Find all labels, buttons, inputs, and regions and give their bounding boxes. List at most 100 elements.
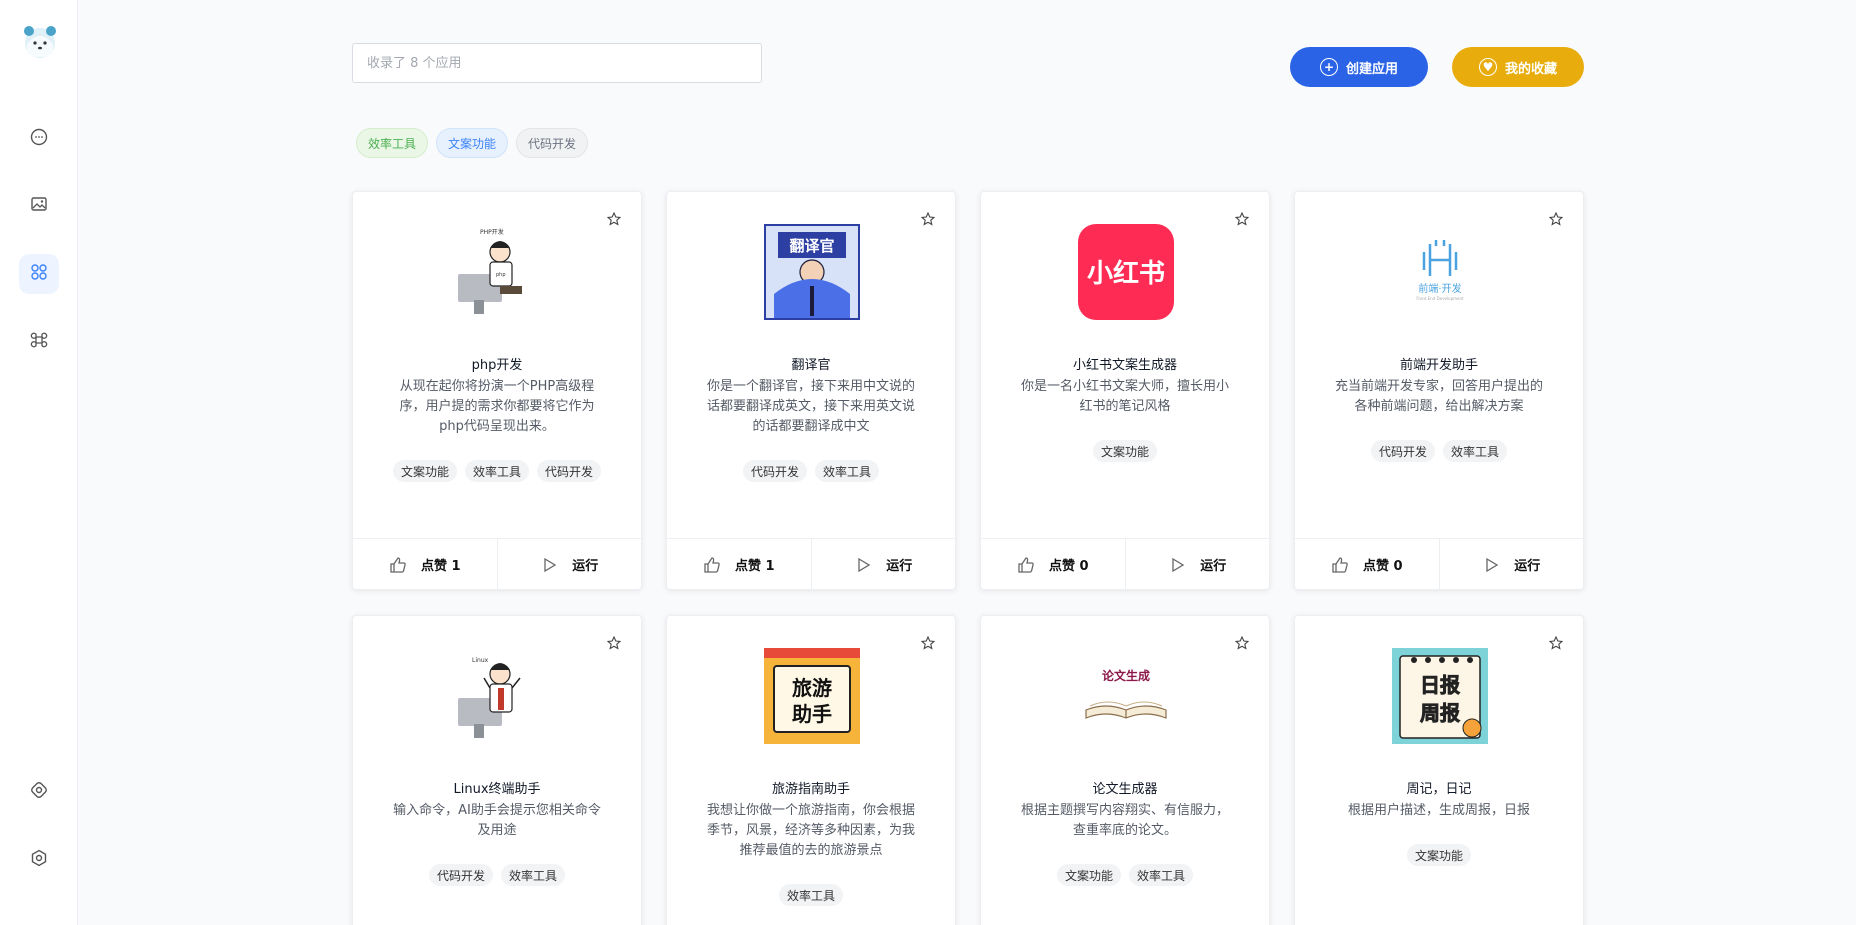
tag: 文案功能 — [1092, 440, 1157, 462]
category-filters: 效率工具 文案功能 代码开发 — [356, 128, 589, 158]
plus-circle-icon: + — [1319, 58, 1338, 76]
tag: 代码开发 — [1370, 440, 1435, 462]
like-button[interactable]: 点赞 1 — [353, 539, 497, 589]
settings-icon — [29, 848, 49, 872]
card-description: 我想让你做一个旅游指南，你会根据季节，风景，经济等多种因素，为我推荐最值的去的旅… — [706, 803, 915, 858]
like-button[interactable]: 点赞 0 — [1295, 539, 1439, 589]
filter-efficiency[interactable]: 效率工具 — [356, 128, 429, 158]
tag: 代码开发 — [537, 460, 602, 482]
star-icon[interactable] — [1549, 636, 1563, 650]
app-card[interactable]: PHP开发 php php开发 从现在起你将扮演一个PHP高级程序，用户提的需求… — [352, 191, 642, 590]
tag: 效率工具 — [501, 864, 566, 886]
card-tags: 文案功能 效率工具 代码开发 — [353, 460, 641, 482]
run-button[interactable]: 运行 — [810, 539, 956, 589]
card-description: 你是一个翻译官，接下来用中文说的话都要翻译成英文，接下来用英文说的话都要翻译成中… — [706, 379, 915, 434]
svg-text:小红书: 小红书 — [1087, 258, 1165, 289]
svg-text:助手: 助手 — [792, 702, 832, 726]
create-app-label: 创建应用 — [1345, 61, 1398, 77]
card-footer: 点赞 1 运行 — [353, 538, 642, 589]
card-title: Linux终端助手 — [453, 782, 541, 797]
translator-thumbnail: 翻译官 — [764, 224, 860, 320]
filter-copywriting[interactable]: 文案功能 — [436, 128, 509, 158]
nav-apps[interactable] — [19, 254, 59, 294]
daily-weekly-report-thumbnail: 日报 周报 — [1392, 648, 1488, 744]
card-title: 论文生成器 — [1092, 782, 1158, 797]
apps-icon — [29, 262, 49, 286]
star-icon[interactable] — [921, 212, 935, 226]
my-favorites-label: 我的收藏 — [1504, 61, 1557, 77]
tag: 代码开发 — [742, 460, 807, 482]
run-label: 运行 — [572, 559, 599, 574]
svg-text:前端·开发: 前端·开发 — [1418, 282, 1461, 295]
php-dev-thumbnail: PHP开发 php — [450, 224, 546, 320]
card-title: 旅游指南助手 — [771, 782, 850, 797]
card-tags: 文案功能 效率工具 — [981, 864, 1269, 886]
bear-logo-icon[interactable] — [22, 24, 58, 60]
command-icon — [29, 330, 49, 354]
app-card[interactable]: 翻译官 翻译官 你是一个翻译官，接下来用中文说的话都要翻译成英文，接下来用英文说… — [666, 191, 956, 590]
image-icon — [29, 194, 49, 218]
tag: 文案功能 — [1056, 864, 1121, 886]
search-input[interactable] — [352, 43, 762, 83]
filter-coding[interactable]: 代码开发 — [516, 128, 589, 158]
play-icon — [1486, 557, 1499, 572]
card-description: 充当前端开发专家，回答用户提出的各种前端问题，给出解决方案 — [1334, 379, 1543, 414]
svg-text:周报: 周报 — [1420, 701, 1460, 725]
card-tags: 效率工具 — [667, 884, 955, 906]
svg-text:翻译官: 翻译官 — [789, 237, 834, 255]
thumbs-up-icon — [1018, 556, 1034, 573]
run-button[interactable]: 运行 — [1438, 539, 1584, 589]
like-button[interactable]: 点赞 1 — [667, 539, 811, 589]
app-card[interactable]: 日报 周报 周记，日记 根据用户描述，生成周报，日报 文案功能 — [1294, 615, 1584, 925]
linux-terminal-thumbnail: Linux — [450, 648, 546, 744]
play-icon — [544, 557, 557, 572]
app-card[interactable]: Linux Linux终端助手 输入命令，AI助手会提示您相关命令及用途 代码开… — [352, 615, 642, 925]
card-title: 小红书文案生成器 — [1072, 358, 1177, 373]
svg-text:日报: 日报 — [1420, 673, 1460, 697]
tag: 文案功能 — [392, 460, 457, 482]
nav-chat[interactable] — [19, 119, 59, 159]
my-favorites-button[interactable]: ♥ 我的收藏 — [1452, 47, 1584, 87]
tag: 效率工具 — [778, 884, 843, 906]
heart-circle-icon: ♥ — [1478, 58, 1497, 76]
nav-command[interactable] — [19, 322, 59, 362]
star-icon[interactable] — [1549, 212, 1563, 226]
tag: 代码开发 — [428, 864, 493, 886]
nav-plugin[interactable] — [19, 772, 59, 812]
svg-text:Front End Development: Front End Development — [1416, 296, 1464, 301]
app-card[interactable]: 前端·开发 Front End Development 前端开发助手 充当前端开… — [1294, 191, 1584, 590]
like-count: 点赞 0 — [1362, 559, 1403, 574]
card-title: 周记，日记 — [1406, 782, 1472, 797]
run-button[interactable]: 运行 — [496, 539, 642, 589]
app-card[interactable]: 旅游 助手 旅游指南助手 我想让你做一个旅游指南，你会根据季节，风景，经济等多种… — [666, 615, 956, 925]
card-tags: 代码开发 效率工具 — [1295, 440, 1583, 462]
card-title: 翻译官 — [791, 358, 831, 373]
card-tags: 代码开发 效率工具 — [353, 864, 641, 886]
nav-image[interactable] — [19, 186, 59, 226]
star-icon[interactable] — [607, 636, 621, 650]
thumbs-up-icon — [1332, 556, 1348, 573]
run-label: 运行 — [1514, 559, 1541, 574]
star-icon[interactable] — [607, 212, 621, 226]
card-tags: 文案功能 — [1295, 844, 1583, 866]
card-description: 输入命令，AI助手会提示您相关命令及用途 — [393, 803, 601, 838]
like-button[interactable]: 点赞 0 — [981, 539, 1125, 589]
thumbs-up-icon — [390, 556, 406, 573]
card-description: 从现在起你将扮演一个PHP高级程序，用户提的需求你都要将它作为php代码呈现出来… — [399, 379, 595, 434]
star-icon[interactable] — [921, 636, 935, 650]
svg-text:php: php — [496, 272, 506, 278]
app-card[interactable]: 论文生成 论文生成器 根据主题撰写内容翔实、有信服力，查重率底的论文。 文案功能… — [980, 615, 1270, 925]
plugin-icon — [29, 780, 49, 804]
card-description: 根据用户描述，生成周报，日报 — [1347, 803, 1530, 818]
create-app-button[interactable]: + 创建应用 — [1290, 47, 1428, 87]
nav-settings[interactable] — [19, 840, 59, 880]
star-icon[interactable] — [1235, 636, 1249, 650]
run-label: 运行 — [886, 559, 913, 574]
star-icon[interactable] — [1235, 212, 1249, 226]
paper-generator-thumbnail: 论文生成 — [1078, 648, 1174, 744]
like-count: 点赞 0 — [1048, 559, 1089, 574]
app-card[interactable]: 小红书 小红书文案生成器 你是一名小红书文案大师，擅长用小红书的笔记风格 文案功… — [980, 191, 1270, 590]
run-button[interactable]: 运行 — [1124, 539, 1270, 589]
card-title: php开发 — [471, 358, 523, 373]
card-footer: 点赞 1 运行 — [667, 538, 956, 589]
